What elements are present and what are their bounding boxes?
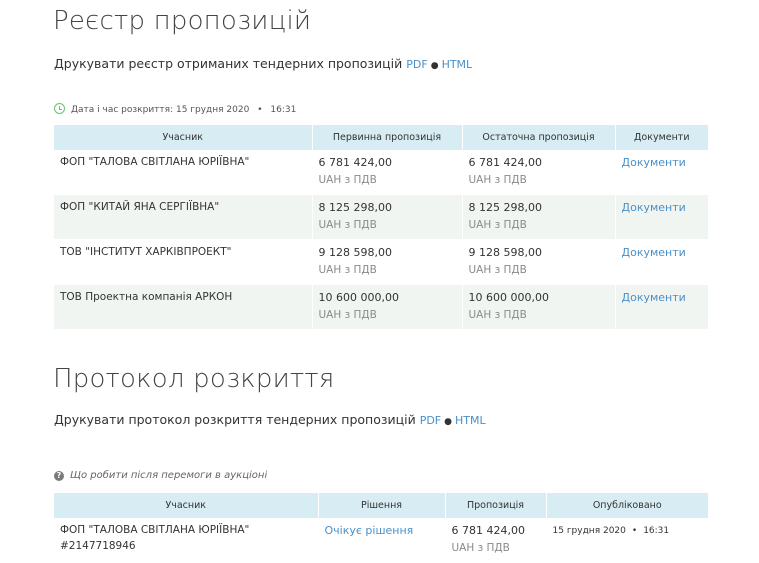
protocol-table: Учасник Рішення Пропозиція Опубліковано … [54,493,708,563]
final-amount: 8 125 298,00 [468,201,542,214]
participant-name: ФОП "ТАЛОВА СВІТЛАНА ЮРІЇВНА" [60,524,250,536]
protocol-separator: ● [444,417,452,427]
initial-currency: UAH з ПДВ [318,219,377,231]
col-documents: Документи [615,125,708,150]
opening-date-line: Дата і час розкриття: 15 грудня 2020 • 1… [54,103,296,115]
protocol-title: Протокол розкриття [53,364,335,394]
offer-currency: UAH з ПДВ [451,542,510,554]
final-currency: UAH з ПДВ [468,174,527,186]
published-datetime: 15 грудня 2020 • 16:31 [553,524,703,536]
table-row: ФОП "КИТАЙ ЯНА СЕРГІЇВНА" 8 125 298,00 UA… [54,194,708,240]
final-amount: 10 600 000,00 [468,291,549,304]
participant-name: ФОП "КИТАЙ ЯНА СЕРГІЇВНА" [60,201,220,213]
registry-print-line: Друкувати реєстр отриманих тендерних про… [54,56,472,71]
col-initial-offer: Первинна пропозиція [312,125,463,150]
col-offer: Пропозиція [445,493,547,518]
published-date: 15 грудня 2020 [552,526,626,536]
published-separator: • [631,526,638,536]
table-row: ФОП "ТАЛОВА СВІТЛАНА ЮРІЇВНА" #214771894… [54,518,708,563]
participant-id: #2147718946 [60,540,136,552]
decision-status-link[interactable]: Очікує рішення [325,524,414,537]
initial-currency: UAH з ПДВ [318,264,377,276]
protocol-print-line: Друкувати протокол розкриття тендерних п… [54,412,486,427]
initial-currency: UAH з ПДВ [318,309,377,321]
help-line: ? Що робити після перемоги в аукціоні [54,470,267,481]
registry-html-link[interactable]: HTML [442,58,473,71]
initial-amount: 6 781 424,00 [318,156,392,169]
registry-print-text: Друкувати реєстр отриманих тендерних про… [54,56,403,71]
clock-icon [54,103,65,114]
col-participant: Учасник [54,125,313,150]
col-decision: Рішення [318,493,446,518]
published-time: 16:31 [643,526,670,536]
protocol-html-link[interactable]: HTML [455,414,486,427]
final-amount: 6 781 424,00 [468,156,542,169]
initial-currency: UAH з ПДВ [318,174,377,186]
initial-amount: 10 600 000,00 [318,291,399,304]
documents-link[interactable]: Документи [622,201,686,214]
table-row: ТОВ Проектна компанія АРКОН 10 600 000,0… [54,284,708,330]
col-participant: Учасник [54,493,319,518]
initial-amount: 9 128 598,00 [318,246,392,259]
final-amount: 9 128 598,00 [468,246,542,259]
initial-amount: 8 125 298,00 [318,201,392,214]
protocol-pdf-link[interactable]: PDF [420,414,441,427]
final-currency: UAH з ПДВ [468,309,527,321]
documents-link[interactable]: Документи [622,246,686,259]
participant-name: ТОВ Проектна компанія АРКОН [60,291,233,303]
final-currency: UAH з ПДВ [468,264,527,276]
participant-name: ТОВ "ІНСТИТУТ ХАРКІВПРОЕКТ" [60,246,232,258]
after-win-help-link[interactable]: Що робити після перемоги в аукціоні [70,470,267,481]
registry-table: Учасник Первинна пропозиція Остаточна пр… [54,125,708,330]
opening-time: 16:31 [270,105,297,115]
documents-link[interactable]: Документи [622,156,686,169]
table-row: ФОП "ТАЛОВА СВІТЛАНА ЮРІЇВНА" 6 781 424,… [54,150,708,195]
offer-amount: 6 781 424,00 [451,524,525,537]
col-published: Опубліковано [546,493,708,518]
registry-title: Реєстр пропозицій [53,6,312,36]
documents-link[interactable]: Документи [622,291,686,304]
table-row: ТОВ "ІНСТИТУТ ХАРКІВПРОЕКТ" 9 128 598,00… [54,239,708,285]
question-circle-icon: ? [54,471,64,481]
registry-separator: ● [430,61,439,71]
protocol-print-text: Друкувати протокол розкриття тендерних п… [54,412,416,427]
registry-pdf-link[interactable]: PDF [406,58,427,71]
final-currency: UAH з ПДВ [468,219,527,231]
participant-name: ФОП "ТАЛОВА СВІТЛАНА ЮРІЇВНА" [60,156,250,168]
col-final-offer: Остаточна пропозиція [462,125,616,150]
opening-date-label: Дата і час розкриття: 15 грудня 2020 [71,105,250,115]
opening-separator: • [257,105,263,115]
